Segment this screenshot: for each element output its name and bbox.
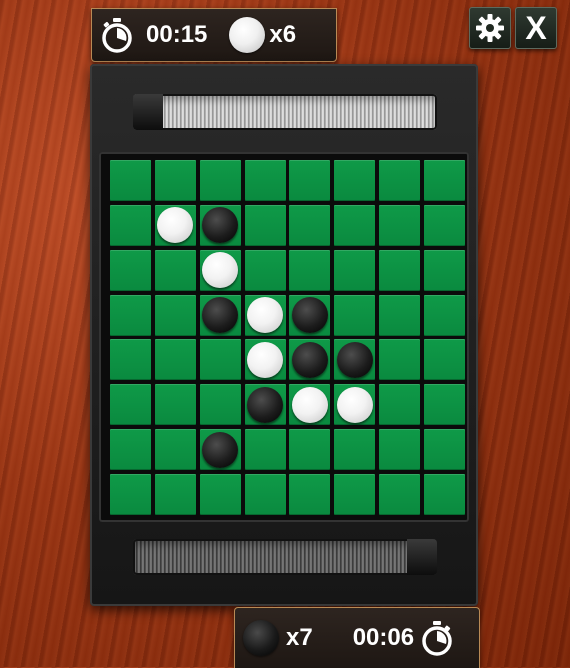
board-cell[interactable] (334, 473, 376, 515)
board-cell[interactable] (199, 473, 241, 515)
board-cell[interactable] (244, 249, 286, 291)
black-disc (291, 297, 328, 334)
board-cell[interactable] (289, 204, 331, 246)
board-cell[interactable] (110, 249, 151, 291)
othello-board[interactable] (110, 160, 465, 515)
board-cell[interactable] (289, 160, 331, 201)
board-cell[interactable] (334, 384, 376, 426)
black-disc (202, 431, 239, 468)
bottom-player-hud: x7 00:06 (234, 607, 480, 668)
close-icon: X (525, 10, 547, 46)
white-disc (202, 252, 239, 289)
stopwatch-icon (102, 18, 132, 53)
board-cell[interactable] (334, 429, 376, 471)
top-player-hud: 00:15 x6 (91, 8, 337, 62)
board-cell[interactable] (423, 429, 465, 471)
board-cell[interactable] (423, 473, 465, 515)
white-disc (157, 207, 194, 244)
board-cell[interactable] (244, 384, 286, 426)
board-cell[interactable] (110, 473, 151, 515)
board-cell[interactable] (423, 160, 465, 201)
board-cell[interactable] (244, 339, 286, 381)
board-cell[interactable] (110, 339, 151, 381)
board-cell[interactable] (154, 249, 196, 291)
board-cell[interactable] (334, 339, 376, 381)
board-cell[interactable] (289, 384, 331, 426)
board-cell[interactable] (423, 204, 465, 246)
board-cell[interactable] (244, 204, 286, 246)
board-cell[interactable] (154, 429, 196, 471)
board-cell[interactable] (289, 429, 331, 471)
white-disc (247, 297, 284, 334)
board-cell[interactable] (379, 294, 421, 336)
black-piece-icon (243, 620, 279, 656)
top-piece-count: x6 (269, 21, 297, 48)
board-cell[interactable] (334, 204, 376, 246)
board-cell[interactable] (110, 384, 151, 426)
white-disc (336, 386, 373, 423)
board-cell[interactable] (110, 160, 151, 201)
white-disc (291, 386, 328, 423)
board-cell[interactable] (423, 339, 465, 381)
board-cell[interactable] (199, 384, 241, 426)
settings-button[interactable] (469, 7, 511, 49)
board-cell[interactable] (199, 339, 241, 381)
black-disc (247, 386, 284, 423)
board-cell[interactable] (289, 249, 331, 291)
board-cell[interactable] (110, 204, 151, 246)
board-cell[interactable] (154, 160, 196, 201)
white-piece-icon (229, 17, 266, 53)
close-button[interactable]: X (515, 7, 557, 49)
white-disc (247, 341, 284, 378)
board-cell[interactable] (379, 473, 421, 515)
board-cell[interactable] (379, 339, 421, 381)
board-cell[interactable] (379, 204, 421, 246)
board-cell[interactable] (154, 473, 196, 515)
board-cell[interactable] (244, 429, 286, 471)
board-cell[interactable] (199, 160, 241, 201)
board-border (99, 152, 469, 522)
board-cell[interactable] (199, 204, 241, 246)
bottom-timer: 00:06 (352, 624, 415, 651)
board-cell[interactable] (379, 384, 421, 426)
game-board-frame (90, 64, 478, 606)
board-cell[interactable] (289, 294, 331, 336)
black-disc (291, 341, 328, 378)
gear-icon (476, 14, 504, 42)
board-cell[interactable] (154, 204, 196, 246)
black-disc-tray (133, 539, 437, 575)
white-disc-tray (133, 94, 437, 130)
black-disc (336, 341, 373, 378)
board-cell[interactable] (423, 294, 465, 336)
board-cell[interactable] (379, 429, 421, 471)
top-timer: 00:15 (146, 21, 208, 48)
board-cell[interactable] (110, 294, 151, 336)
board-cell[interactable] (154, 384, 196, 426)
board-cell[interactable] (199, 249, 241, 291)
board-cell[interactable] (379, 160, 421, 201)
board-cell[interactable] (334, 294, 376, 336)
board-cell[interactable] (110, 429, 151, 471)
board-cell[interactable] (289, 339, 331, 381)
black-disc (202, 297, 239, 334)
black-disc (202, 207, 239, 244)
board-cell[interactable] (334, 160, 376, 201)
board-cell[interactable] (423, 384, 465, 426)
board-cell[interactable] (199, 429, 241, 471)
stopwatch-icon (422, 621, 452, 656)
board-cell[interactable] (244, 294, 286, 336)
bottom-piece-count: x7 (286, 624, 313, 651)
board-cell[interactable] (154, 339, 196, 381)
board-cell[interactable] (379, 249, 421, 291)
board-cell[interactable] (199, 294, 241, 336)
board-cell[interactable] (423, 249, 465, 291)
board-cell[interactable] (244, 160, 286, 201)
board-cell[interactable] (334, 249, 376, 291)
board-cell[interactable] (154, 294, 196, 336)
board-cell[interactable] (289, 473, 331, 515)
board-cell[interactable] (244, 473, 286, 515)
